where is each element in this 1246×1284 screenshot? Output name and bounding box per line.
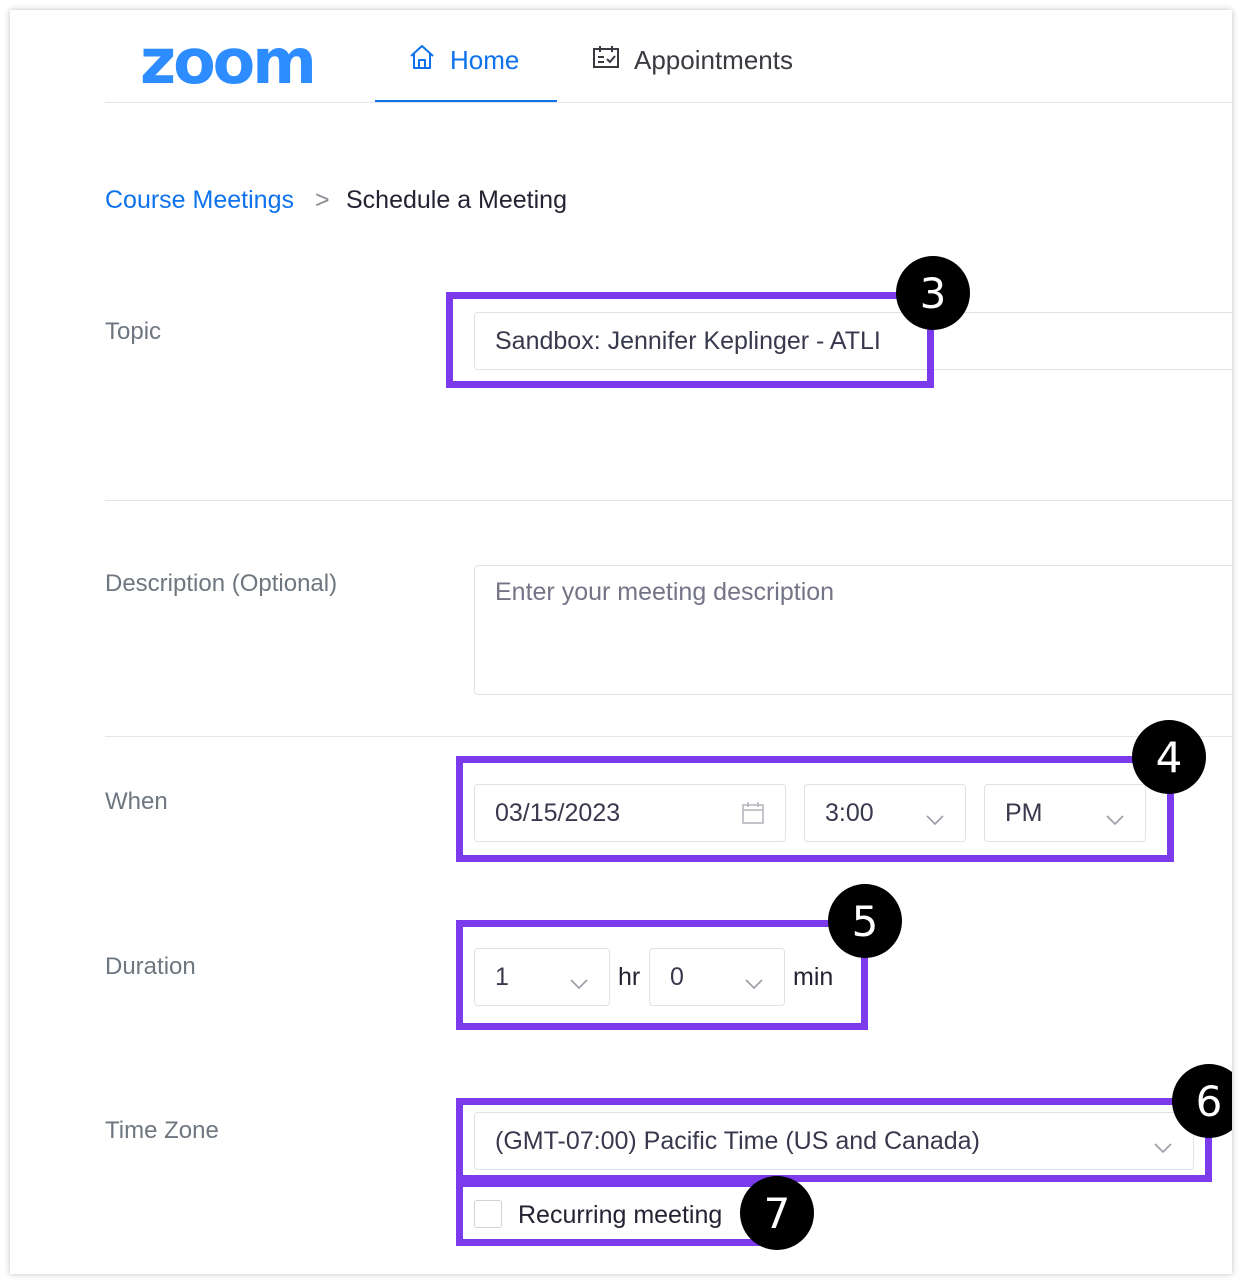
- description-placeholder: Enter your meeting description: [495, 578, 835, 606]
- step-badge-7: 7: [740, 1176, 814, 1250]
- section-divider: [105, 736, 1232, 737]
- topic-label: Topic: [105, 318, 162, 345]
- zoom-logo[interactable]: zoom: [140, 31, 317, 93]
- nav-appointments-label: Appointments: [634, 44, 793, 75]
- nav-appointments-tab[interactable]: Appointments: [592, 40, 793, 80]
- breadcrumb-separator: >: [315, 186, 330, 214]
- home-icon: [408, 43, 436, 78]
- description-textarea[interactable]: Enter your meeting description: [474, 565, 1232, 695]
- app-window: zoom Home Appointments Course Meetings >…: [10, 10, 1232, 1274]
- step-badge-4: 4: [1132, 720, 1206, 794]
- nav-home-label: Home: [450, 44, 520, 75]
- nav-home-tab[interactable]: Home: [408, 40, 519, 80]
- when-label: When: [105, 788, 168, 815]
- step-badge-5: 5: [828, 884, 902, 958]
- header-divider: [105, 102, 1232, 103]
- description-label: Description (Optional): [105, 570, 338, 597]
- section-divider: [105, 500, 1232, 501]
- highlight-topic: [446, 292, 934, 388]
- breadcrumb-current: Schedule a Meeting: [346, 186, 567, 214]
- highlight-recurring: [456, 1180, 776, 1246]
- step-badge-3: 3: [896, 256, 970, 330]
- highlight-duration: [456, 920, 868, 1030]
- duration-label: Duration: [105, 953, 196, 980]
- highlight-timezone: [456, 1098, 1212, 1182]
- breadcrumb-course-meetings[interactable]: Course Meetings: [105, 186, 294, 215]
- highlight-when: [456, 756, 1174, 862]
- timezone-label: Time Zone: [105, 1117, 219, 1144]
- calendar-check-icon: [592, 44, 620, 77]
